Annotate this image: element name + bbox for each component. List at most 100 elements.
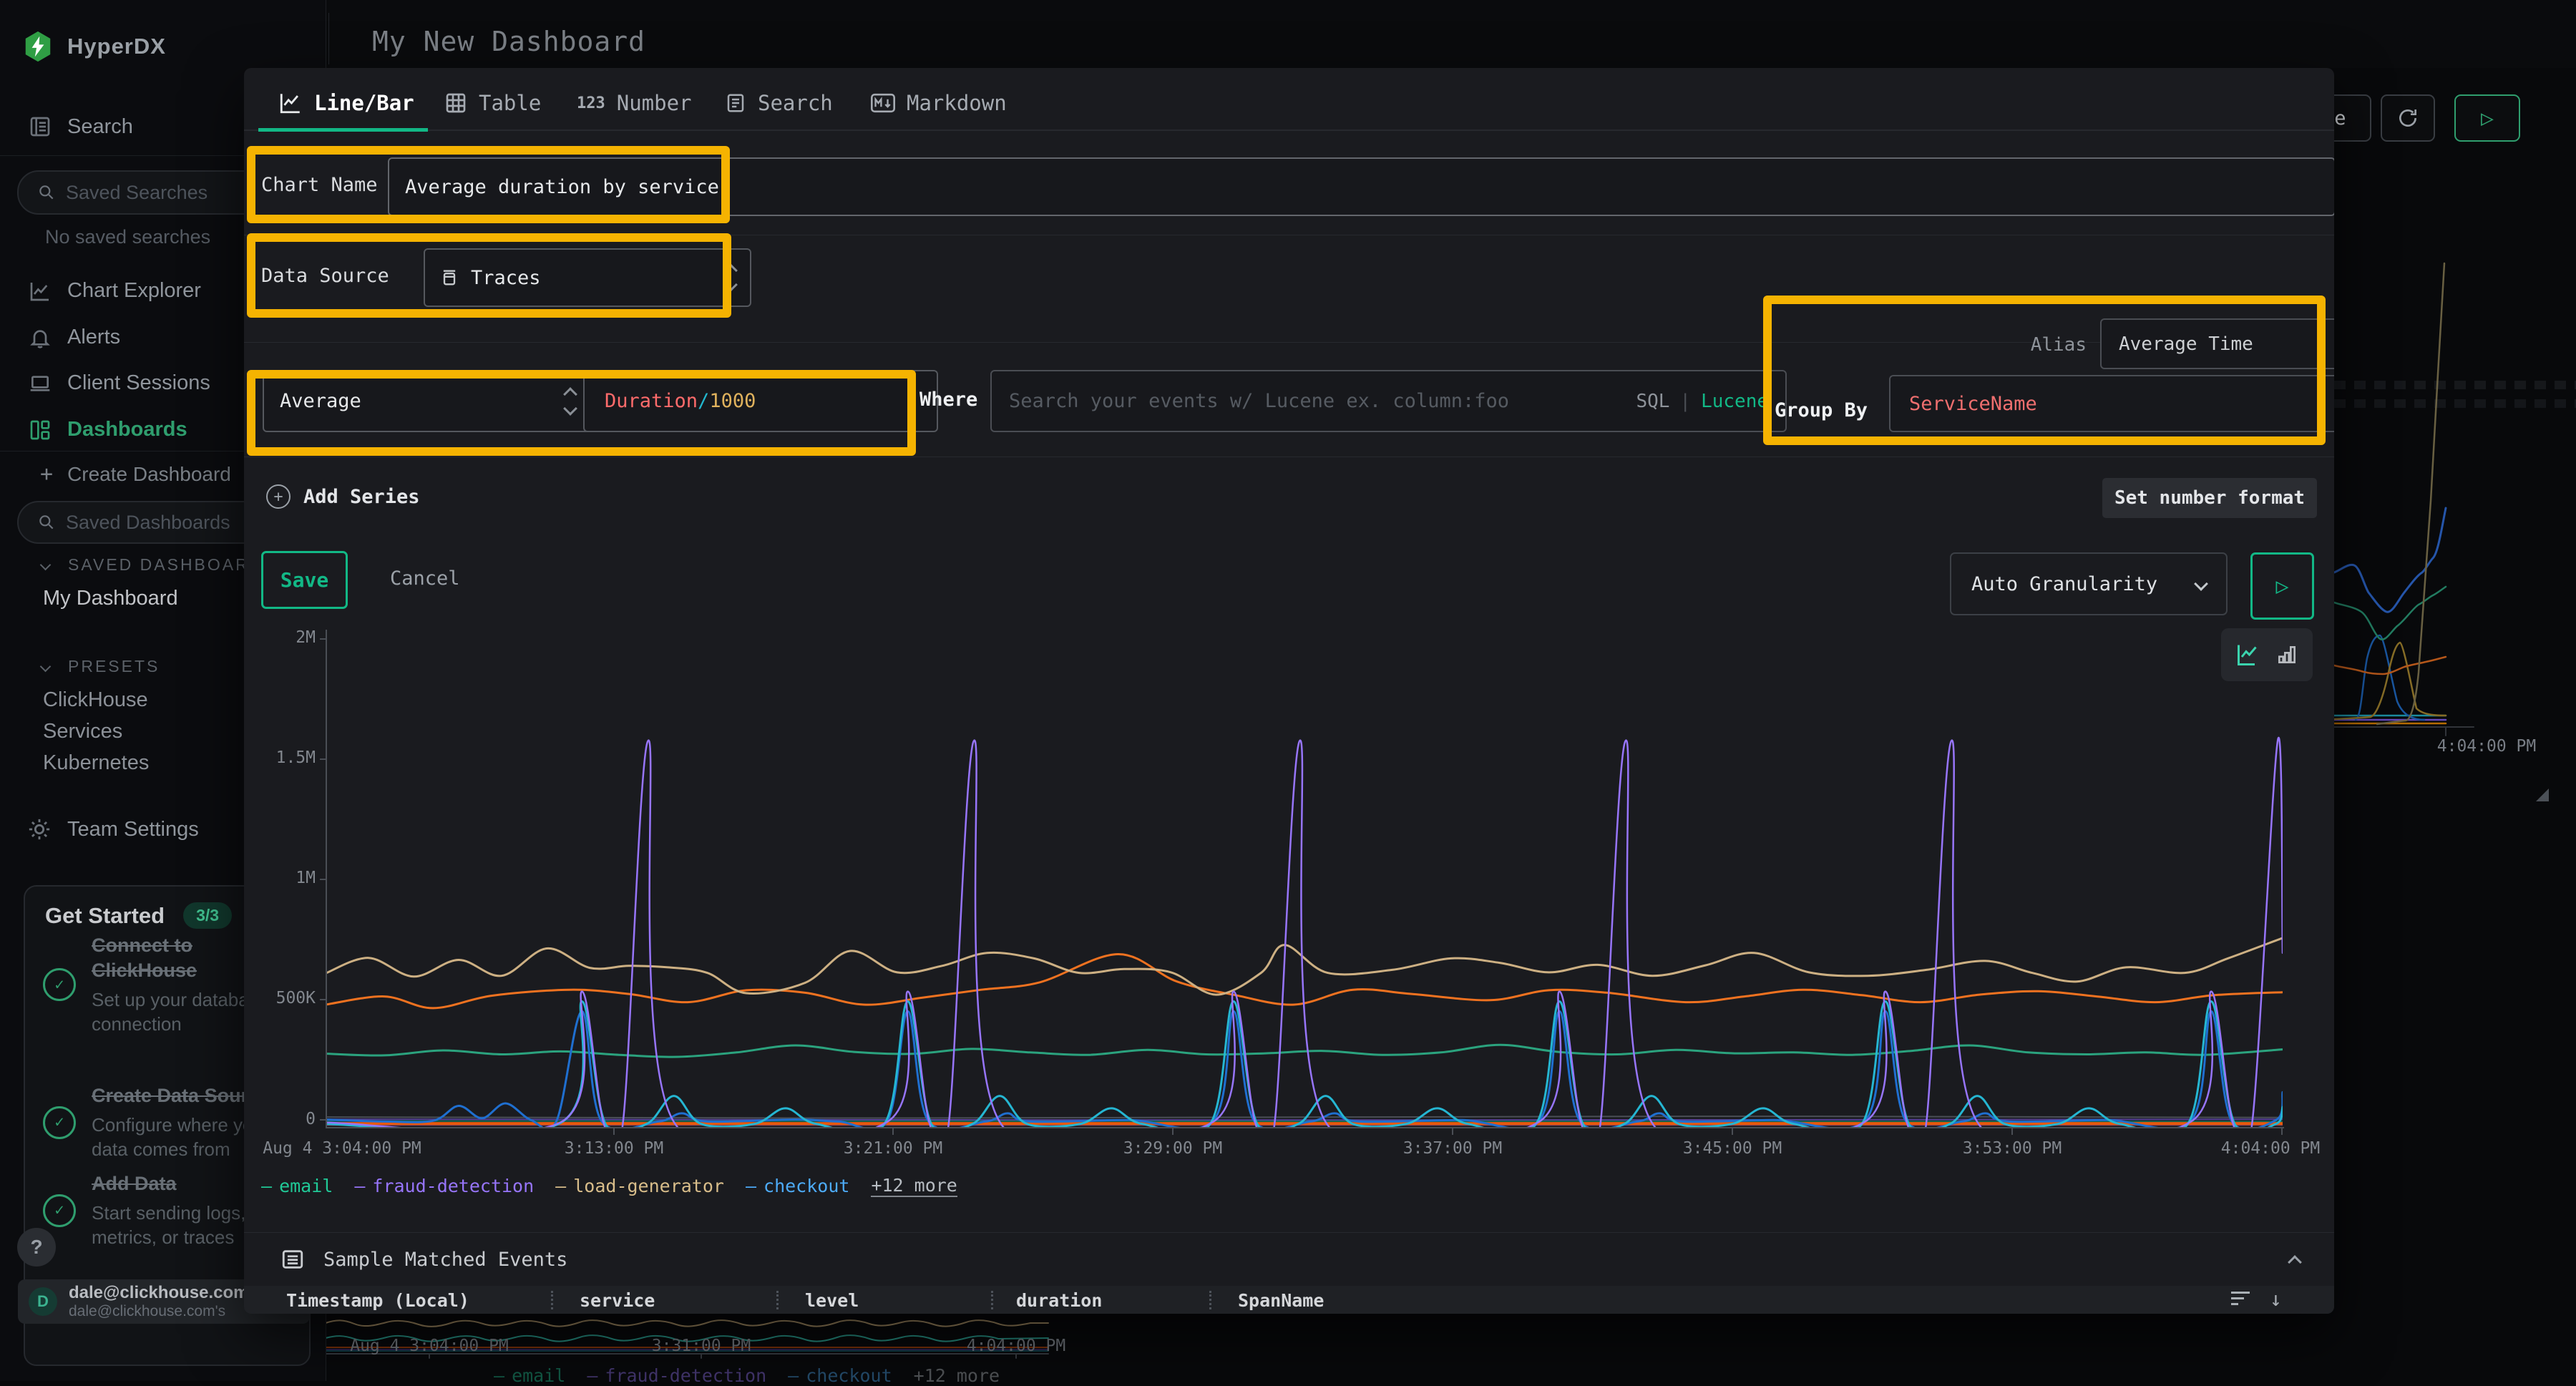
- help-button[interactable]: ?: [17, 1228, 56, 1267]
- x-axis-tick-label: Aug 4 3:04:00 PM: [256, 1139, 428, 1158]
- line-chart-icon[interactable]: [2235, 642, 2261, 668]
- legend-swatch: —: [555, 1176, 566, 1196]
- avatar: D: [29, 1287, 57, 1316]
- create-dashboard-button[interactable]: + Create Dashboard: [40, 462, 231, 487]
- sidebar-item-kubernetes[interactable]: Kubernetes: [43, 751, 149, 775]
- filter-icon[interactable]: [2231, 1292, 2251, 1305]
- plus-icon: +: [40, 462, 53, 487]
- main-chart[interactable]: [326, 630, 2283, 1127]
- where-label: Where: [919, 389, 977, 411]
- sql-mode-toggle[interactable]: SQL: [1636, 391, 1669, 412]
- y-axis-tick-label: 1.5M: [250, 748, 316, 767]
- sidebar-item-clickhouse[interactable]: ClickHouse: [43, 688, 148, 712]
- highlight-box-chart-name: [247, 146, 730, 223]
- check-circle-icon: ✓: [43, 968, 76, 1001]
- table-icon: [444, 92, 467, 114]
- sidebar-item-alerts[interactable]: Alerts: [29, 326, 120, 349]
- user-email: dale@clickhouse.com: [69, 1283, 249, 1303]
- sidebar-item-services[interactable]: Services: [43, 720, 122, 743]
- cancel-button[interactable]: Cancel: [390, 567, 460, 590]
- granularity-select[interactable]: Auto Granularity: [1950, 552, 2228, 615]
- laptop-icon: [29, 372, 52, 395]
- chart-line-icon: [29, 280, 52, 303]
- bg-mini-chart-xlabel: 3:31:00 PM: [608, 1337, 794, 1355]
- saved-dashboards-placeholder: Saved Dashboards: [66, 512, 230, 534]
- get-started-badge: 3/3: [183, 902, 232, 929]
- highlight-box-series: [247, 370, 916, 456]
- y-axis-tick-label: 2M: [250, 628, 316, 647]
- sidebar-item-team-settings[interactable]: Team Settings: [27, 817, 199, 841]
- column-header[interactable]: Timestamp (Local): [286, 1290, 469, 1311]
- chart-y-axis: [326, 630, 327, 1128]
- brand-name: HyperDX: [67, 34, 166, 59]
- resize-handle-icon[interactable]: [2536, 789, 2549, 801]
- legend-item[interactable]: —email: [261, 1176, 333, 1196]
- brand-logo[interactable]: HyperDX: [21, 30, 166, 63]
- user-email-sub: dale@clickhouse.com's: [69, 1303, 249, 1320]
- list-icon: [280, 1247, 305, 1272]
- bell-icon: [29, 326, 52, 349]
- x-axis-tick-label: 3:37:00 PM: [1367, 1139, 1538, 1158]
- save-button[interactable]: Save: [261, 551, 348, 609]
- document-icon: [725, 92, 746, 114]
- y-axis-tick-label: 500K: [250, 989, 316, 1007]
- legend-swatch: —: [354, 1176, 365, 1196]
- section-presets[interactable]: PRESETS: [42, 657, 160, 676]
- bg-mini-chart-xlabel: Aug 4 3:04:00 PM: [336, 1337, 522, 1355]
- bg-right-chart-xlabel: 4:04:00 PM: [2411, 737, 2562, 756]
- sample-table-header: Timestamp (Local) service level duration…: [244, 1286, 2334, 1314]
- search-icon: [37, 183, 56, 202]
- sidebar-item-search[interactable]: Search: [29, 114, 133, 139]
- bg-mini-legend: —email —fraud-detection —checkout +12 mo…: [494, 1365, 1000, 1386]
- legend-swatch: —: [261, 1176, 272, 1196]
- bg-mini-chart-xlabel: 4:04:00 PM: [923, 1337, 1109, 1355]
- active-tab-indicator: [258, 128, 428, 132]
- chevron-down-icon: [40, 661, 52, 673]
- line-chart-icon: [278, 91, 303, 115]
- tab-line-bar[interactable]: Line/Bar: [278, 91, 414, 115]
- legend-item[interactable]: —checkout: [746, 1176, 849, 1196]
- legend-item[interactable]: —load-generator: [555, 1176, 724, 1196]
- tab-table[interactable]: Table: [444, 91, 541, 115]
- add-series-button[interactable]: + Add Series: [266, 484, 420, 509]
- legend-more-link[interactable]: +12 more: [871, 1175, 957, 1197]
- bar-chart-icon[interactable]: [2275, 643, 2298, 666]
- legend-item[interactable]: —fraud-detection: [354, 1176, 534, 1196]
- collapse-section-icon[interactable]: [2288, 1255, 2302, 1269]
- sidebar-item-my-dashboard[interactable]: My Dashboard: [43, 587, 178, 610]
- series-email: [326, 1045, 2283, 1057]
- x-axis-tick-label: 3:13:00 PM: [528, 1139, 700, 1158]
- series-fraud-detection: [326, 738, 2283, 1127]
- bg-right-chart: [2334, 215, 2576, 809]
- column-header[interactable]: service: [580, 1290, 655, 1311]
- where-search-input[interactable]: Search your events w/ Lucene ex. column:…: [990, 370, 1787, 432]
- x-axis-tick-label: 3:53:00 PM: [1926, 1139, 2098, 1158]
- markdown-icon: [871, 92, 895, 114]
- sidebar-item-dashboards[interactable]: Dashboards: [29, 418, 187, 441]
- set-number-format-button[interactable]: Set number format: [2102, 478, 2317, 518]
- search-icon: [37, 513, 56, 532]
- section-saved-dashboards[interactable]: SAVED DASHBOARDS: [42, 555, 277, 575]
- x-axis-tick-label: 3:29:00 PM: [1087, 1139, 1259, 1158]
- tab-markdown[interactable]: Markdown: [871, 91, 1007, 115]
- lucene-mode-toggle[interactable]: Lucene: [1701, 391, 1768, 412]
- tab-number[interactable]: 123 Number: [577, 91, 692, 115]
- column-header[interactable]: SpanName: [1238, 1290, 1324, 1311]
- sample-events-header[interactable]: Sample Matched Events: [280, 1247, 567, 1272]
- column-header[interactable]: level: [805, 1290, 859, 1311]
- column-header[interactable]: duration: [1016, 1290, 1102, 1311]
- sidebar-item-client-sessions[interactable]: Client Sessions: [29, 371, 210, 395]
- plus-circle-icon: +: [266, 484, 291, 509]
- sidebar-item-chart-explorer[interactable]: Chart Explorer: [29, 279, 201, 303]
- hyperdx-logo-icon: [21, 30, 54, 63]
- sort-down-icon[interactable]: ↓: [2270, 1287, 2282, 1311]
- chart-play-button[interactable]: ▷: [2250, 552, 2314, 620]
- chart-type-toggle[interactable]: [2221, 628, 2313, 681]
- tab-search[interactable]: Search: [725, 91, 833, 115]
- dashboards-grid-icon: [29, 419, 52, 441]
- y-axis-tick-label: 0: [250, 1110, 316, 1128]
- x-axis-tick-label: 4:04:00 PM: [2185, 1139, 2334, 1158]
- 123-icon: 123: [577, 94, 605, 112]
- series-flat-gray: [326, 1116, 2283, 1118]
- where-placeholder: Search your events w/ Lucene ex. column:…: [1009, 390, 1509, 412]
